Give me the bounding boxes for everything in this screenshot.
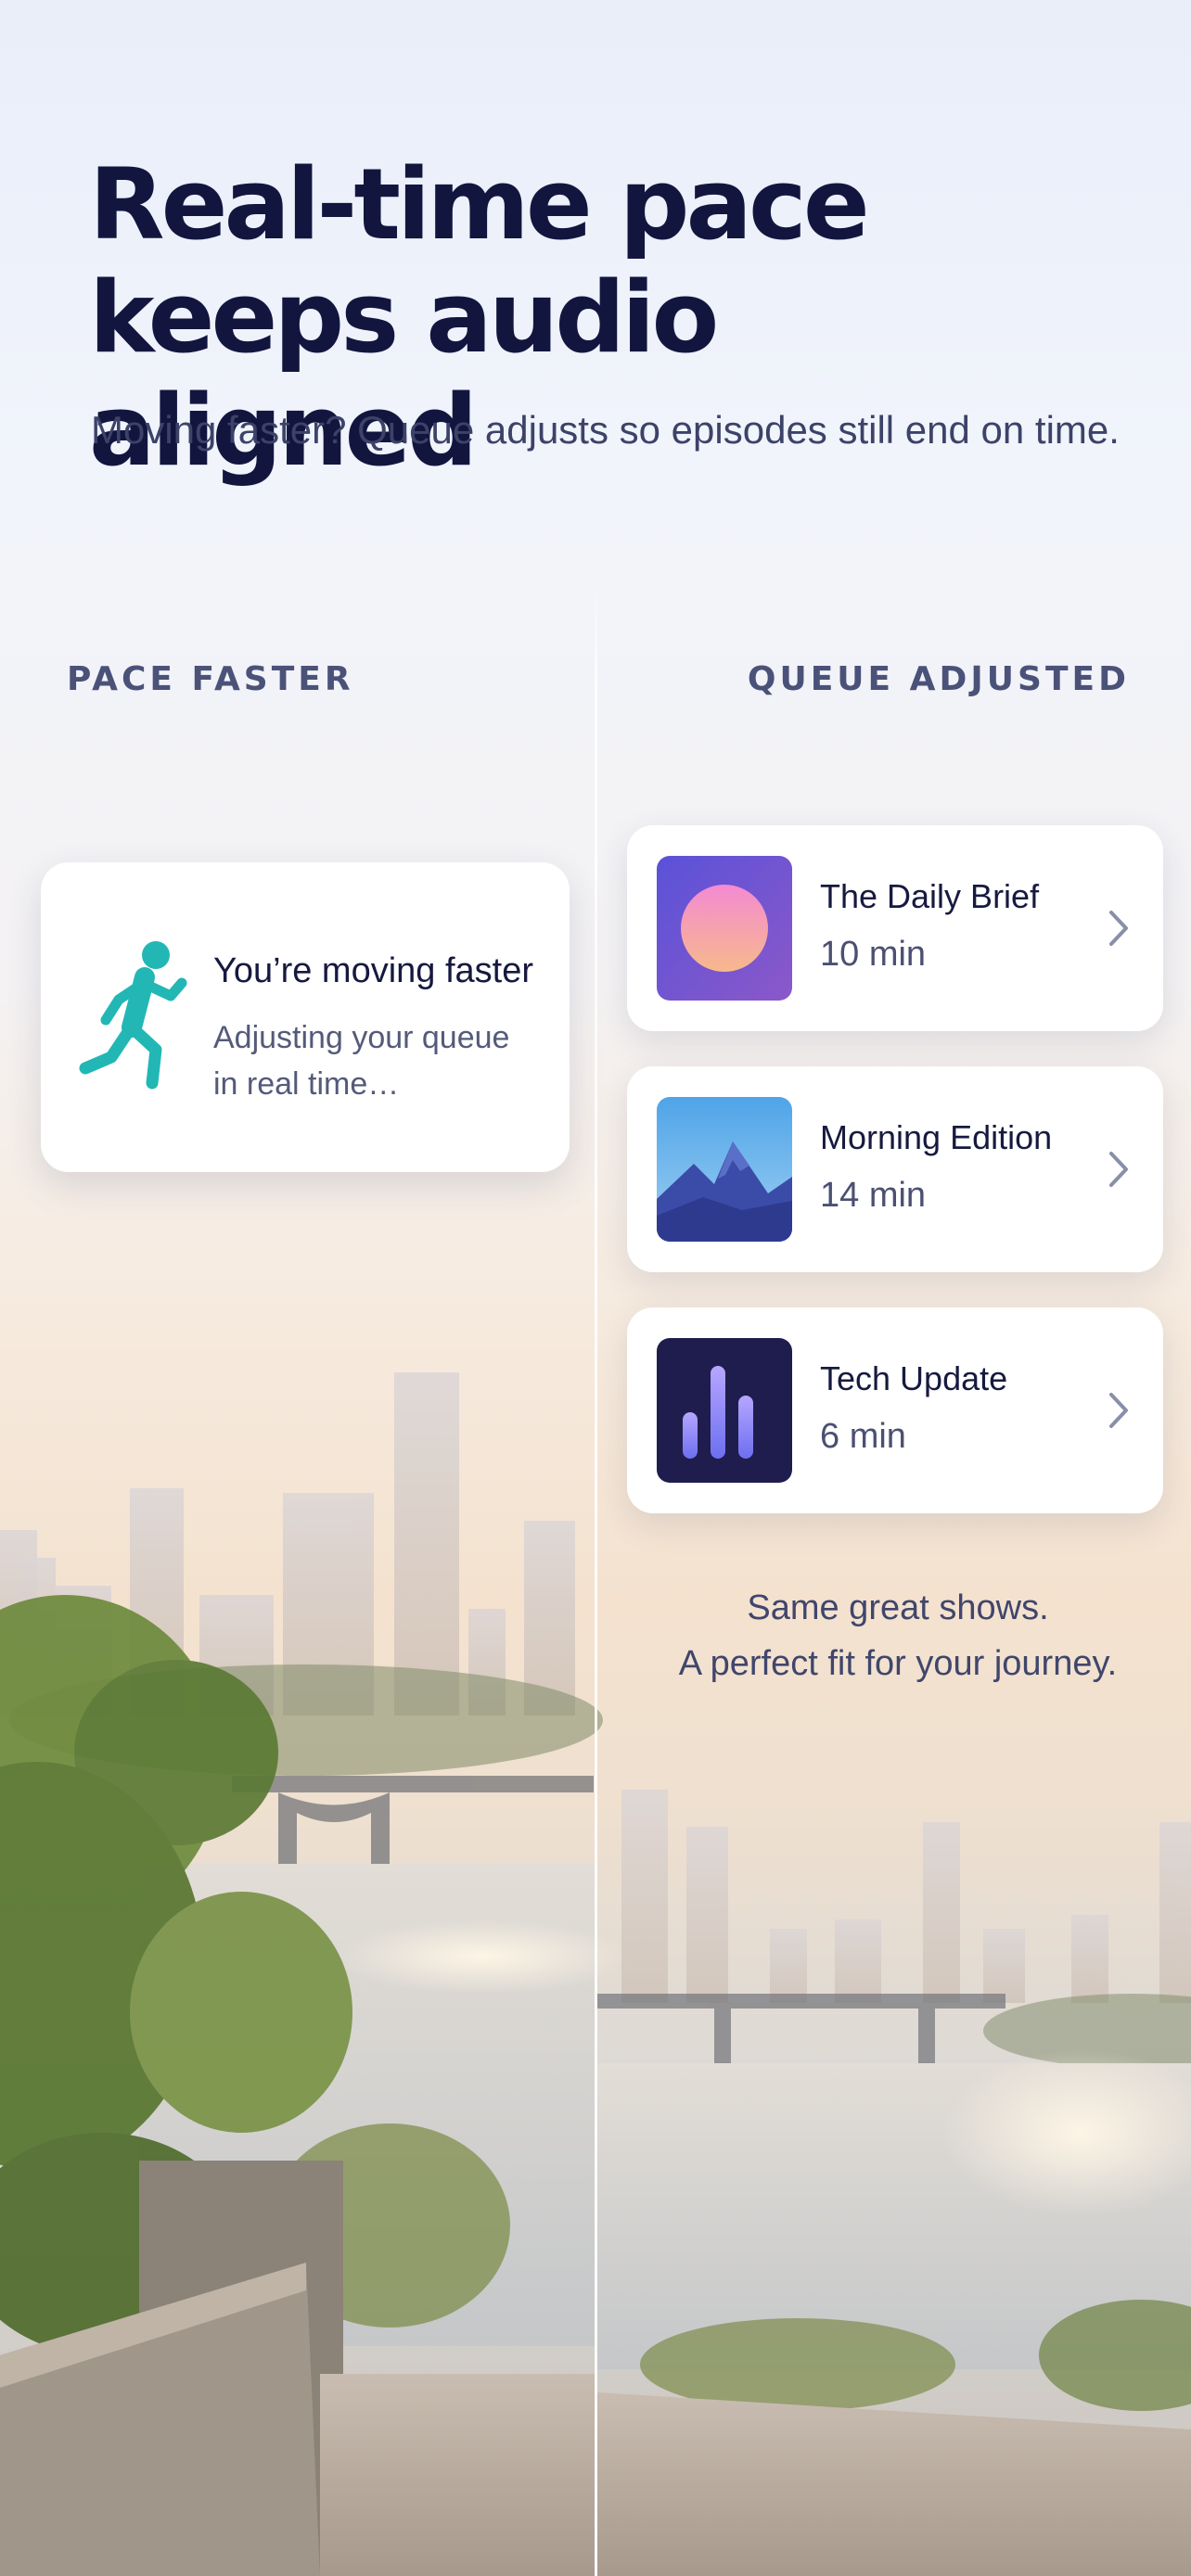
episode-card-tech-update[interactable]: Tech Update 6 min <box>627 1307 1163 1513</box>
pace-faster-label: PACE FASTER <box>67 660 354 698</box>
status-line-2: in real time… <box>213 1066 400 1102</box>
episode-title: Morning Edition <box>820 1118 1053 1156</box>
episode-card-morning-edition[interactable]: Morning Edition 14 min <box>627 1066 1163 1272</box>
status-subtitle: Adjusting your queue in real time… <box>213 1014 547 1107</box>
queue-tagline: Same great shows. A perfect fit for your… <box>623 1580 1172 1691</box>
episode-duration: 6 min <box>820 1417 906 1456</box>
chevron-right-icon[interactable] <box>1108 909 1130 948</box>
mountain-art <box>657 1097 792 1242</box>
status-title: You’re moving faster <box>213 951 534 990</box>
sun-gradient-art <box>657 856 792 1001</box>
chevron-right-icon[interactable] <box>1108 1391 1130 1430</box>
episode-title: The Daily Brief <box>820 877 1040 915</box>
pace-status-card: You’re moving faster Adjusting your queu… <box>41 862 570 1172</box>
tagline-line-1: Same great shows. <box>747 1588 1049 1627</box>
chevron-right-icon[interactable] <box>1108 1150 1130 1189</box>
queue-adjusted-label: QUEUE ADJUSTED <box>747 660 1130 698</box>
title-line-1: Real-time pace <box>89 147 870 261</box>
equalizer-bars-art <box>657 1338 792 1483</box>
episode-duration: 10 min <box>820 935 927 974</box>
panel-divider <box>595 575 597 2576</box>
status-line-1: Adjusting your queue <box>213 1020 510 1055</box>
episode-duration: 14 min <box>820 1176 927 1215</box>
episode-title: Tech Update <box>820 1359 1008 1397</box>
tagline-line-2: A perfect fit for your journey. <box>678 1644 1118 1683</box>
running-person-icon <box>79 941 187 1090</box>
episode-card-daily-brief[interactable]: The Daily Brief 10 min <box>627 825 1163 1031</box>
page-subtitle: Moving faster? Queue adjusts so episodes… <box>91 408 1120 452</box>
